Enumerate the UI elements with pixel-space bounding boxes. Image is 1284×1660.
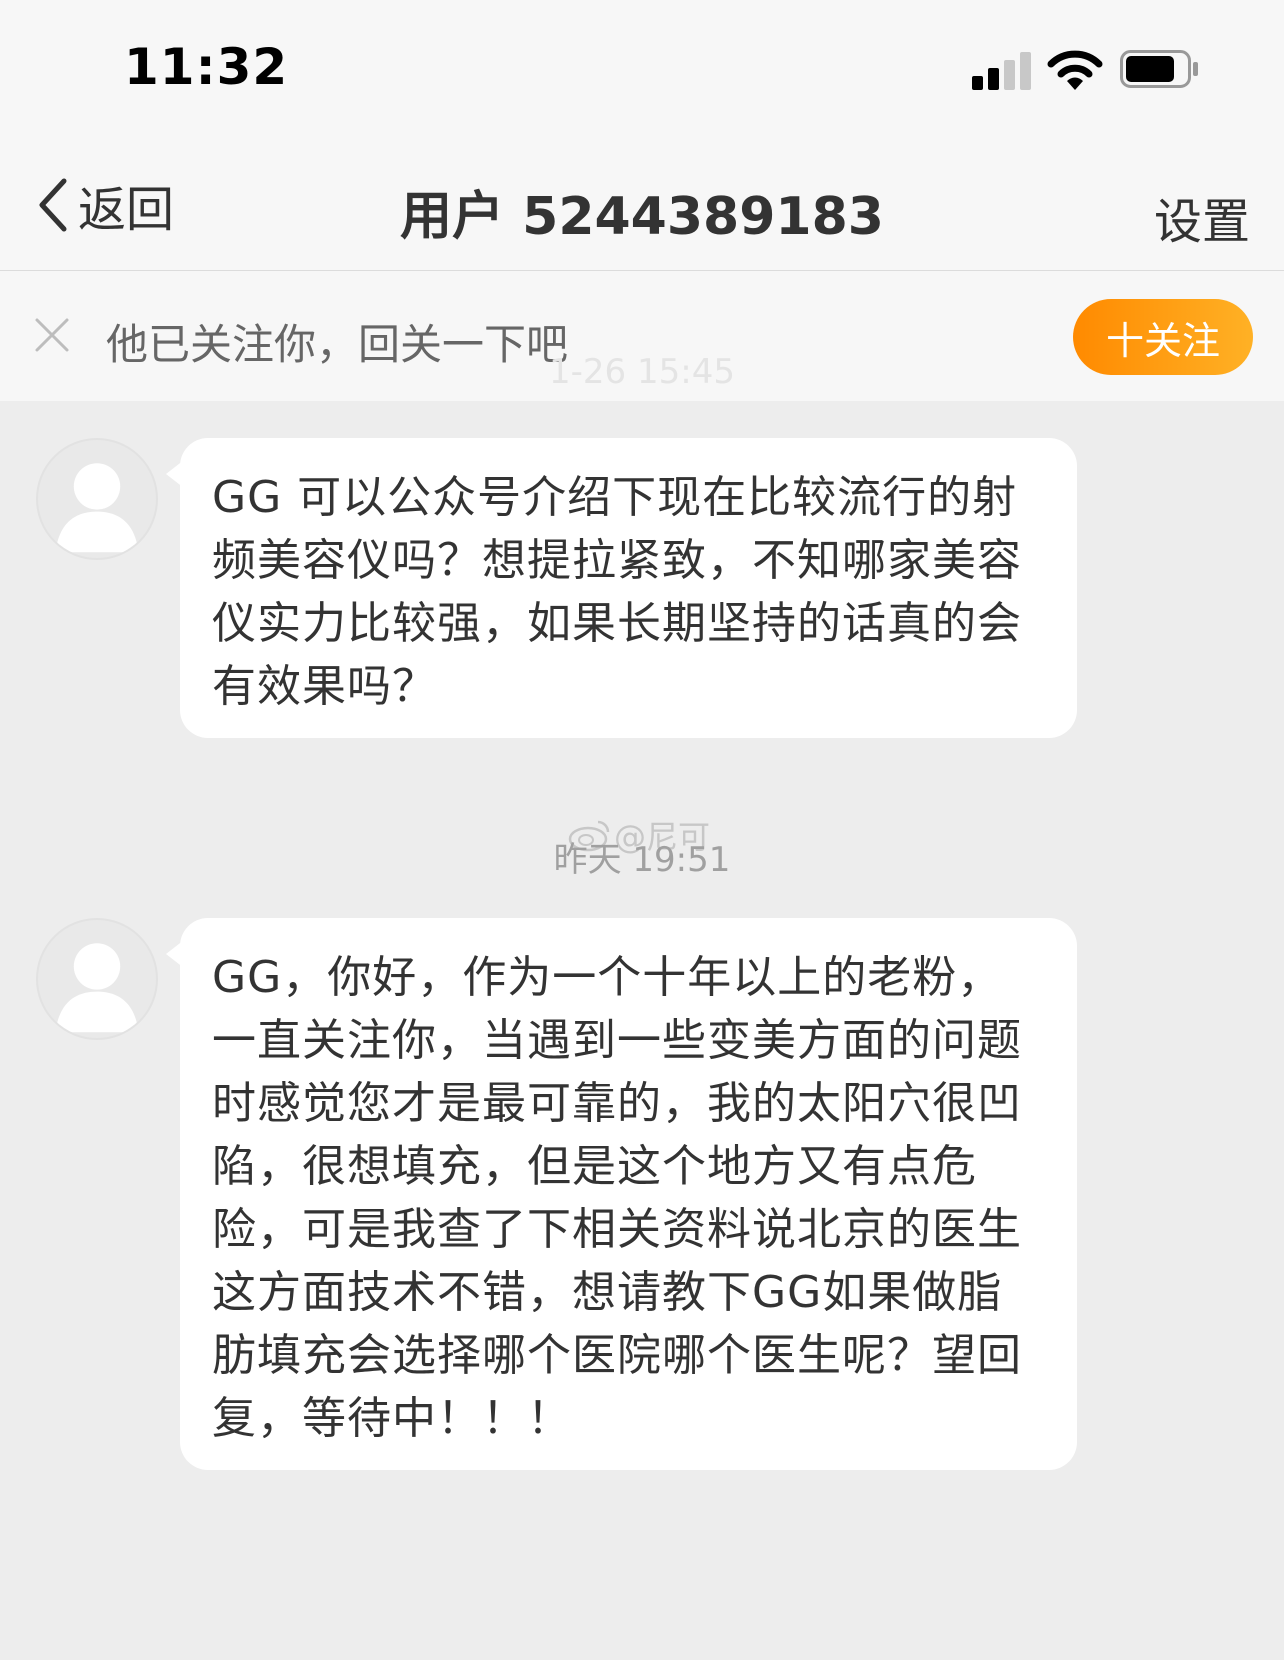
back-button[interactable]: 返回 [34,175,174,238]
settings-button[interactable]: 设置 [1154,182,1250,252]
message-bubble[interactable]: GG，你好，作为一个十年以上的老粉，一直关注你，当遇到一些变美方面的问题时感觉您… [166,918,1077,1470]
status-bar: 11:32 [0,0,1284,140]
message-timestamp: 昨天 19:51 [553,840,731,880]
close-icon[interactable] [34,317,70,353]
battery-icon [1120,50,1198,88]
default-avatar-icon [55,943,139,1033]
avatar[interactable] [36,918,158,1040]
message-bubble[interactable]: GG 可以公众号介绍下现在比较流行的射频美容仪吗？想提拉紧致，不知哪家美容仪实力… [166,438,1077,738]
navigation-bar: 返回 用户 5244389183 设置 [0,140,1284,271]
page-title: 用户 5244389183 [400,187,884,247]
chevron-left-icon [39,178,67,232]
message-timestamp: 1-26 15:45 [549,352,735,392]
avatar[interactable] [36,438,158,560]
status-time: 11:32 [124,38,289,96]
back-label: 返回 [78,182,175,238]
cellular-signal-icon [972,52,1032,90]
wifi-icon [1047,50,1103,90]
default-avatar-icon [55,463,139,553]
